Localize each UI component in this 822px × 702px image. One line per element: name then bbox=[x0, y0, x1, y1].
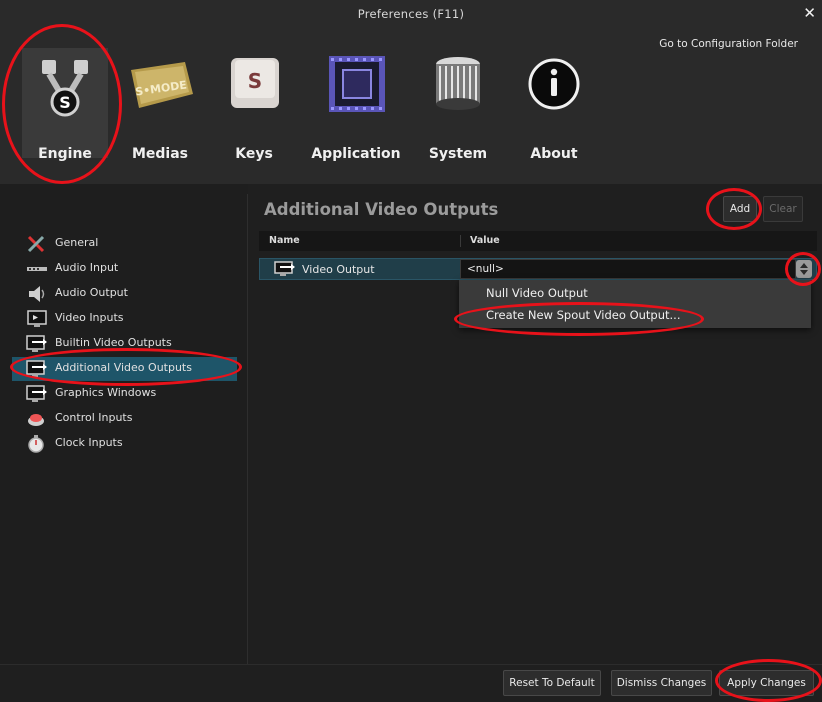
sidebar-item-label: Audio Input bbox=[55, 261, 119, 274]
sidebar-item-audio-output[interactable]: Audio Output bbox=[12, 282, 237, 306]
control-input-icon bbox=[26, 410, 46, 428]
sidebar-item-label: Video Inputs bbox=[55, 311, 124, 324]
category-engine[interactable]: S Engine bbox=[0, 28, 130, 184]
config-folder-link[interactable]: Go to Configuration Folder bbox=[659, 38, 798, 50]
sidebar-item-label: Builtin Video Outputs bbox=[55, 336, 172, 349]
close-icon[interactable]: ✕ bbox=[803, 4, 816, 22]
spinner-arrows-icon[interactable] bbox=[796, 260, 812, 278]
speaker-icon bbox=[26, 285, 46, 303]
keyboard-key-icon: S bbox=[217, 50, 291, 124]
stopwatch-icon bbox=[26, 435, 46, 453]
sidebar-item-video-inputs[interactable]: Video Inputs bbox=[12, 307, 237, 331]
heatsink-icon bbox=[421, 50, 495, 124]
tools-icon bbox=[26, 235, 46, 253]
table-row[interactable]: Video Output <null> bbox=[259, 258, 817, 280]
sidebar: General Audio Input Audio Output Video I… bbox=[0, 184, 248, 664]
sidebar-item-label: Audio Output bbox=[55, 286, 128, 299]
category-application[interactable]: Application bbox=[306, 28, 406, 184]
row-name: Video Output bbox=[302, 263, 375, 276]
category-bar: Go to Configuration Folder S Engine S•MO… bbox=[0, 28, 822, 184]
monitor-output-icon bbox=[26, 335, 47, 353]
monitor-output-icon bbox=[274, 261, 296, 277]
svg-text:S: S bbox=[59, 93, 71, 112]
category-keys[interactable]: S Keys bbox=[214, 28, 294, 184]
sidebar-item-general[interactable]: General bbox=[12, 232, 237, 256]
value-select[interactable]: <null> bbox=[460, 259, 796, 279]
column-header-name[interactable]: Name bbox=[269, 235, 300, 246]
svg-text:S: S bbox=[248, 69, 262, 93]
title-bar: Preferences (F11) ✕ bbox=[0, 0, 822, 28]
sidebar-item-label: Additional Video Outputs bbox=[55, 361, 192, 374]
category-about[interactable]: About bbox=[514, 28, 594, 184]
graphics-window-icon bbox=[26, 385, 47, 403]
table-header: Name Value bbox=[259, 231, 817, 251]
sidebar-item-graphics-windows[interactable]: Graphics Windows bbox=[12, 382, 237, 406]
reset-to-default-button[interactable]: Reset To Default bbox=[503, 670, 601, 696]
panel-divider bbox=[247, 194, 248, 664]
category-system[interactable]: System bbox=[418, 28, 498, 184]
column-header-value[interactable]: Value bbox=[470, 235, 500, 246]
category-label: Medias bbox=[131, 146, 189, 162]
apply-changes-button[interactable]: Apply Changes bbox=[719, 670, 814, 696]
value-text: <null> bbox=[467, 263, 504, 275]
sidebar-item-builtin-video-outputs[interactable]: Builtin Video Outputs bbox=[12, 332, 237, 356]
category-label: About bbox=[530, 146, 578, 162]
monitor-output-icon bbox=[26, 360, 47, 378]
page-title: Additional Video Outputs bbox=[264, 200, 499, 219]
sidebar-item-clock-inputs[interactable]: Clock Inputs bbox=[12, 432, 237, 456]
info-icon bbox=[517, 50, 591, 124]
dropdown-menu: Null Video Output Create New Spout Video… bbox=[459, 280, 811, 328]
sidebar-item-label: General bbox=[55, 236, 99, 249]
footer-divider bbox=[0, 664, 822, 665]
category-label: System bbox=[428, 146, 488, 162]
option-create-spout-video-output[interactable]: Create New Spout Video Output... bbox=[486, 308, 680, 322]
audio-input-icon bbox=[26, 260, 47, 278]
engine-pistons-icon: S bbox=[28, 50, 102, 124]
category-label: Application bbox=[311, 146, 401, 162]
add-button[interactable]: Add bbox=[723, 196, 757, 222]
clear-button[interactable]: Clear bbox=[763, 196, 803, 222]
category-label: Engine bbox=[38, 146, 92, 162]
option-null-video-output[interactable]: Null Video Output bbox=[486, 286, 588, 300]
sidebar-item-audio-input[interactable]: Audio Input bbox=[12, 257, 237, 281]
window-title: Preferences (F11) bbox=[357, 7, 465, 21]
category-label: Keys bbox=[235, 146, 273, 162]
sidebar-item-control-inputs[interactable]: Control Inputs bbox=[12, 407, 237, 431]
sidebar-item-label: Graphics Windows bbox=[55, 386, 157, 399]
media-ticket-icon: S•MODE bbox=[123, 50, 197, 124]
dismiss-changes-button[interactable]: Dismiss Changes bbox=[611, 670, 712, 696]
category-medias[interactable]: S•MODE Medias bbox=[120, 28, 200, 184]
column-separator bbox=[460, 235, 461, 247]
sidebar-item-label: Control Inputs bbox=[55, 411, 133, 424]
sidebar-item-label: Clock Inputs bbox=[55, 436, 123, 449]
sidebar-item-additional-video-outputs[interactable]: Additional Video Outputs bbox=[12, 357, 237, 381]
chip-icon bbox=[319, 50, 393, 124]
video-input-icon bbox=[26, 310, 47, 328]
